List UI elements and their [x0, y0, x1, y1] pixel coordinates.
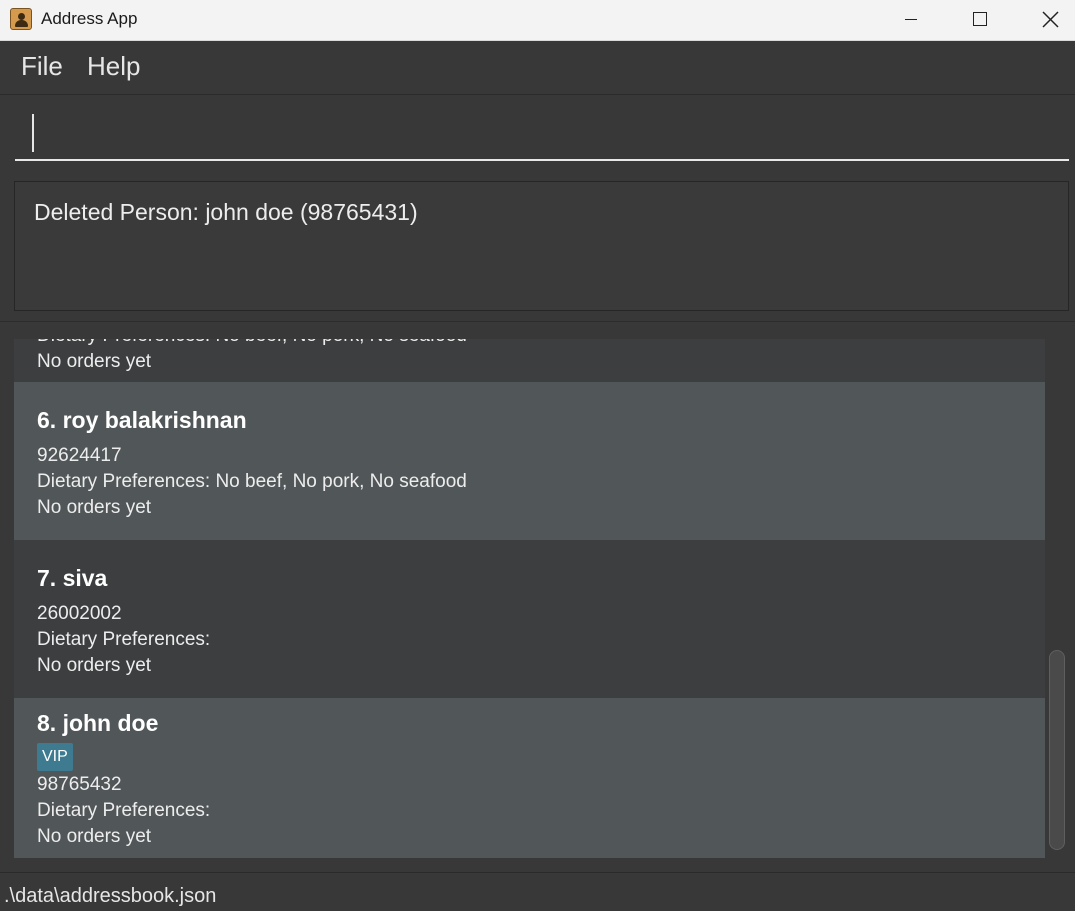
- person-phone: 92624417: [37, 445, 122, 466]
- address-book-icon: [10, 8, 32, 30]
- maximize-button[interactable]: [957, 0, 1003, 40]
- title-bar: Address App: [0, 0, 1075, 41]
- person-dietary: Dietary Preferences:: [37, 629, 211, 650]
- menu-file[interactable]: File: [21, 51, 63, 82]
- result-message: Deleted Person: john doe (98765431): [34, 199, 418, 225]
- vertical-scrollbar[interactable]: [1049, 328, 1065, 856]
- tag-badge: VIP: [37, 743, 73, 771]
- maximize-icon: [973, 12, 987, 26]
- person-name: 7. siva: [37, 565, 108, 591]
- person-card[interactable]: 8. john doe VIP 98765432 Dietary Prefere…: [14, 698, 1045, 858]
- person-card[interactable]: 7. siva 26002002 Dietary Preferences: No…: [14, 540, 1045, 698]
- close-button[interactable]: [1027, 0, 1073, 40]
- result-display-panel: Deleted Person: john doe (98765431): [0, 172, 1075, 321]
- scrollbar-thumb[interactable]: [1049, 650, 1065, 850]
- menu-bar: File Help: [0, 41, 1075, 95]
- menu-help[interactable]: Help: [87, 51, 140, 82]
- person-dietary: Dietary Preferences: No beef, No pork, N…: [37, 339, 467, 347]
- person-orders: No orders yet: [37, 655, 152, 676]
- status-bar: .\data\addressbook.json: [0, 872, 1075, 911]
- person-orders: No orders yet: [37, 826, 152, 847]
- person-dietary: Dietary Preferences:: [37, 800, 211, 821]
- person-list[interactable]: Dietary Preferences: No beef, No pork, N…: [14, 339, 1045, 858]
- person-orders: No orders yet: [37, 351, 152, 372]
- person-name: 6. roy balakrishnan: [37, 407, 247, 433]
- minimize-button[interactable]: [887, 0, 933, 40]
- window-title: Address App: [41, 9, 138, 28]
- result-display[interactable]: Deleted Person: john doe (98765431): [14, 181, 1069, 311]
- person-dietary: Dietary Preferences: No beef, No pork, N…: [37, 471, 467, 492]
- person-card[interactable]: 6. roy balakrishnan 92624417 Dietary Pre…: [14, 382, 1045, 540]
- person-phone: 26002002: [37, 603, 122, 624]
- close-icon: [1042, 11, 1059, 28]
- person-phone: 98765432: [37, 774, 122, 795]
- save-location-path: .\data\addressbook.json: [4, 885, 217, 907]
- person-name: 8. john doe: [37, 710, 159, 736]
- person-card[interactable]: Dietary Preferences: No beef, No pork, N…: [14, 339, 1045, 382]
- text-caret: [32, 114, 34, 152]
- command-box: [0, 96, 1075, 172]
- person-orders: No orders yet: [37, 497, 152, 518]
- person-list-panel: Dietary Preferences: No beef, No pork, N…: [0, 321, 1075, 872]
- minimize-icon: [905, 19, 917, 20]
- command-input[interactable]: [15, 106, 1069, 161]
